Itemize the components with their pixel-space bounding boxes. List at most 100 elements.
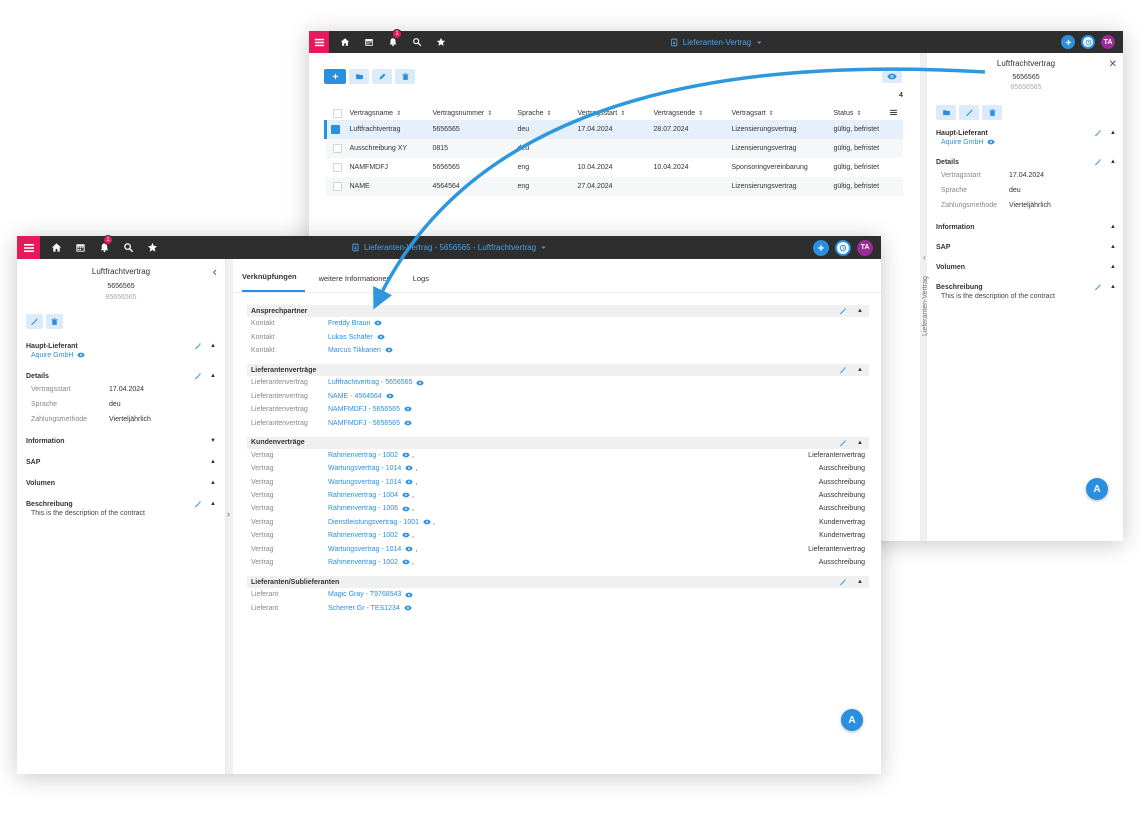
contract-name-link[interactable]: NAMFMDFJ (350, 158, 433, 177)
select-all-checkbox[interactable] (332, 108, 342, 118)
contract-link[interactable]: Wartungsvertrag - 1014 (328, 546, 401, 553)
contract-link[interactable]: Rahmenvertrag - 1006 (328, 505, 398, 512)
column-header[interactable]: Vertragsende ⇕ (654, 106, 732, 120)
section-header[interactable]: SAP ▲ (26, 456, 216, 468)
section-header[interactable]: SAP ▲ (936, 241, 1116, 253)
eye-icon[interactable] (386, 393, 394, 399)
contact-link[interactable]: Freddy Braun (328, 320, 370, 327)
menu-button[interactable] (309, 31, 329, 53)
eye-icon[interactable] (405, 465, 413, 471)
module-selector[interactable]: Lieferanten-Vertrag - 5656565 - Luftfrac… (351, 243, 547, 252)
table-row[interactable]: Ausschreibung XY 0815 deu Lizensierungsv… (325, 139, 903, 158)
supplier-link[interactable]: Scherrer Gr - TES1234 (328, 605, 400, 612)
group-header[interactable]: Kundenverträge ▲ (247, 436, 869, 449)
section-header[interactable]: Beschreibung ▲ (936, 281, 1116, 293)
open-button[interactable] (349, 69, 369, 84)
search-icon[interactable] (411, 36, 423, 48)
row-checkbox[interactable] (331, 125, 340, 134)
column-header[interactable]: Vertragsnummer ⇕ (433, 106, 518, 120)
row-checkbox[interactable] (332, 144, 342, 153)
section-header[interactable]: Beschreibung ▲ (26, 498, 216, 510)
table-row[interactable]: NAMFMDFJ 5656565 eng 10.04.2024 10.04.20… (326, 158, 904, 177)
section-header[interactable]: Haupt-Lieferant ▲ (936, 127, 1116, 139)
bell-icon[interactable]: 1 (387, 29, 402, 48)
avatar[interactable]: TA (1101, 35, 1115, 49)
add-button[interactable] (813, 239, 829, 256)
star-icon[interactable] (146, 242, 158, 254)
avatar[interactable]: TA (857, 239, 873, 256)
contract-link[interactable]: NAMFMDFJ - 5656565 (328, 406, 400, 413)
contract-link[interactable]: Dienstleistungsvertrag - 1001 (328, 519, 419, 526)
table-row[interactable]: Luftfrachtvertrag 5656565 deu 17.04.2024… (324, 120, 903, 139)
home-icon[interactable] (50, 242, 62, 254)
column-header[interactable]: Vertragsname ⇕ (350, 106, 433, 120)
tab-weitere-informationen[interactable]: weitere Informationen (319, 274, 399, 292)
open-button[interactable] (936, 105, 956, 120)
eye-icon[interactable] (377, 334, 385, 340)
contact-link[interactable]: Lukas Schäfer (328, 334, 373, 341)
chevron-left-icon[interactable]: ‹ (213, 264, 217, 279)
contract-link[interactable]: Rahmenvertrag - 1002 (328, 532, 398, 539)
eye-icon[interactable] (416, 380, 424, 386)
group-header[interactable]: Lieferanten/Sublieferanten ▲ (247, 576, 869, 589)
eye-icon[interactable] (405, 546, 413, 552)
column-header[interactable]: Status ⇕ (834, 106, 890, 120)
eye-icon[interactable] (402, 559, 410, 565)
collapsed-panel-tab[interactable]: Lieferanten-Vertrag (922, 276, 929, 336)
history-button[interactable] (1081, 35, 1095, 49)
eye-icon[interactable] (423, 519, 431, 525)
column-header[interactable]: Sprache ⇕ (518, 106, 578, 120)
assistant-button[interactable]: A (1086, 478, 1108, 500)
calendar-icon[interactable] (363, 36, 375, 48)
close-icon[interactable]: ✕ (1109, 59, 1117, 70)
create-button[interactable] (324, 69, 346, 84)
delete-button[interactable] (46, 314, 63, 329)
contract-link[interactable]: Wartungsvertrag - 1014 (328, 465, 401, 472)
eye-icon[interactable] (402, 506, 410, 512)
contract-link[interactable]: NAME - 4564564 (328, 393, 382, 400)
eye-icon[interactable] (405, 592, 413, 598)
delete-button[interactable] (395, 69, 415, 84)
eye-icon[interactable] (404, 420, 412, 426)
wand-button[interactable] (959, 105, 979, 120)
supplier-link[interactable]: Aquire GmbH (31, 352, 73, 359)
section-header[interactable]: Details ▲ (26, 370, 216, 382)
eye-icon[interactable] (402, 452, 410, 458)
eye-icon[interactable] (404, 406, 412, 412)
add-button[interactable] (1061, 35, 1075, 49)
supplier-link[interactable]: Aquire GmbH (941, 139, 983, 146)
chevron-left-icon[interactable]: ‹ (923, 253, 926, 262)
bell-icon[interactable]: 1 (98, 234, 113, 254)
table-row[interactable]: NAME 4564564 eng 27.04.2024 Lizensierung… (325, 177, 903, 196)
contact-link[interactable]: Marcus Tikkanen (328, 347, 381, 354)
group-header[interactable]: Lieferantenverträge ▲ (247, 364, 869, 377)
eye-icon[interactable] (374, 320, 382, 326)
supplier-link[interactable]: Magic Gray - T9768543 (328, 591, 401, 598)
chevron-right-icon[interactable]: › (227, 509, 230, 519)
column-header[interactable]: Vertragsstart ⇕ (578, 106, 654, 120)
contract-link[interactable]: Rahmenvertrag - 1002 (328, 452, 398, 459)
contract-name-link[interactable]: NAME (349, 177, 433, 196)
wand-button[interactable] (26, 314, 43, 329)
eye-icon[interactable] (402, 532, 410, 538)
contract-link[interactable]: Wartungsvertrag - 1014 (328, 479, 401, 486)
section-header[interactable]: Details ▲ (936, 156, 1116, 168)
column-menu-icon[interactable] (889, 108, 898, 117)
home-icon[interactable] (339, 36, 351, 48)
view-toggle-button[interactable] (882, 70, 902, 83)
column-header[interactable]: Vertragsart ⇕ (732, 106, 834, 120)
calendar-icon[interactable] (74, 242, 86, 254)
section-header[interactable]: Volumen ▲ (26, 477, 216, 489)
star-icon[interactable] (435, 36, 447, 48)
history-button[interactable] (835, 239, 851, 256)
contract-name-link[interactable]: Luftfrachtvertrag (349, 120, 433, 139)
search-icon[interactable] (122, 242, 134, 254)
edit-button[interactable] (372, 69, 392, 84)
section-header[interactable]: Information ▲ (936, 221, 1116, 233)
contract-link[interactable]: Rahmenvertrag - 1004 (328, 492, 398, 499)
assistant-button[interactable]: A (841, 709, 863, 731)
contract-link[interactable]: Rahmenvertrag - 1002 (328, 559, 398, 566)
section-header[interactable]: Haupt-Lieferant ▲ (26, 340, 216, 352)
eye-icon[interactable] (405, 479, 413, 485)
contract-link[interactable]: NAMFMDFJ - 5656565 (328, 420, 400, 427)
